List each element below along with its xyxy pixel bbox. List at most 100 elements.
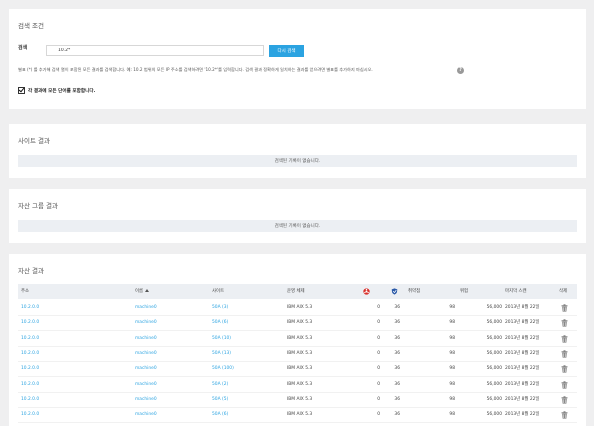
table-row: 10.2.0.0 machine0 50A (2) IBM AIX 5.3 0 36 98 5…: [18, 377, 577, 393]
asset-address-link[interactable]: 10.2.0.0: [21, 315, 39, 330]
asset-risk-score: 56,000: [486, 396, 502, 402]
asset-group-results-empty: 검색된 기록이 없습니다.: [18, 220, 577, 232]
asset-exploit-count: 36: [394, 396, 400, 402]
asset-site-link[interactable]: 50A (13): [212, 346, 231, 361]
asset-site-link[interactable]: 50A (6): [212, 407, 228, 422]
table-row: 10.2.0.0 machine0 50A (5) IBM AIX 5.3 0 36 98 5…: [18, 392, 577, 408]
table-row: 10.2.0.0 machine0 50A (100) IBM AIX 5.3 0 36 9…: [18, 361, 577, 378]
asset-address-link[interactable]: 10.2.0.0: [21, 377, 39, 392]
asset-malware-count: 0: [377, 396, 380, 402]
asset-risk-score: 56,000: [486, 366, 502, 372]
asset-risk-score: 56,000: [486, 305, 502, 310]
asset-last-scan: 2013년 8월 22일: [505, 381, 540, 387]
asset-name-link[interactable]: machine0: [135, 300, 157, 315]
trash-icon[interactable]: [561, 396, 568, 404]
asset-os: IBM AIX 5.3: [287, 335, 313, 341]
col-name[interactable]: 이름: [135, 284, 150, 299]
match-all-words-option[interactable]: 각 결과에 모든 단어를 포함합니다.: [18, 87, 95, 94]
asset-os: IBM AIX 5.3: [287, 305, 313, 310]
asset-site-link[interactable]: 50A (6): [212, 315, 228, 330]
table-row: 10.2.0.0 machine0 50A (10) IBM AIX 5.3 0 36 98…: [18, 331, 577, 347]
help-icon[interactable]: ?: [457, 67, 464, 74]
col-name-label: 이름: [135, 289, 144, 294]
asset-malware-count: 0: [377, 320, 380, 326]
col-risk[interactable]: 위험: [460, 284, 468, 299]
asset-address-link[interactable]: 10.2.0.0: [21, 407, 39, 422]
asset-address-link[interactable]: 10.2.0.0: [21, 361, 39, 376]
asset-results-panel: 자산 결과 주소 이름 사이트 운영 체제 취약점 위험 마지막 스캔 삭제 1…: [9, 254, 586, 426]
col-site[interactable]: 사이트: [212, 284, 224, 299]
search-hint: 별표 (*) 를 추가해 검색 열이 포함된 모든 결과를 검색합니다. 예: …: [18, 67, 373, 72]
trash-icon[interactable]: [561, 380, 568, 389]
asset-risk-score: 56,000: [486, 320, 502, 326]
asset-name-link[interactable]: machine0: [135, 361, 157, 376]
search-criteria-panel: 검색 조건 검색 다시 검색 별표 (*) 를 추가해 검색 열이 포함된 모든…: [9, 9, 586, 109]
match-all-words-checkbox[interactable]: [18, 87, 25, 94]
asset-os: IBM AIX 5.3: [287, 350, 313, 356]
table-row: 10.2.0.0 machine0 50A (13) IBM AIX 5.3 0 36 98…: [18, 346, 577, 362]
asset-exploit-count: 36: [394, 381, 400, 387]
asset-address-link[interactable]: 10.2.0.0: [21, 392, 39, 407]
asset-site-link[interactable]: 50A (2): [212, 377, 228, 392]
asset-site-link[interactable]: 50A (100): [212, 361, 234, 376]
search-label: 검색: [18, 45, 28, 51]
asset-address-link[interactable]: 10.2.0.0: [21, 346, 39, 361]
asset-vuln-count: 98: [449, 335, 455, 341]
asset-address-link[interactable]: 10.2.0.0: [21, 300, 39, 315]
asset-vuln-count: 98: [449, 366, 455, 372]
sort-ascending-icon: [145, 289, 150, 292]
asset-last-scan: 2013년 8월 22일: [505, 366, 540, 372]
trash-icon[interactable]: [561, 304, 568, 312]
asset-risk-score: 56,000: [486, 350, 502, 356]
asset-risk-score: 56,000: [486, 412, 502, 418]
asset-vuln-count: 98: [449, 320, 455, 326]
shield-icon[interactable]: [391, 288, 398, 295]
asset-site-link[interactable]: 50A (3): [212, 300, 228, 315]
asset-name-link[interactable]: machine0: [135, 346, 157, 361]
asset-exploit-count: 36: [394, 335, 400, 341]
table-row: 10.2.0.0 machine0 50A (6) IBM AIX 5.3 0 36 98 5…: [18, 315, 577, 332]
asset-vuln-count: 98: [449, 305, 455, 310]
asset-address-link[interactable]: 10.2.0.0: [21, 331, 39, 346]
biohazard-icon[interactable]: [363, 288, 370, 295]
col-address[interactable]: 주소: [21, 284, 29, 299]
asset-last-scan: 2013년 8월 22일: [505, 335, 540, 341]
asset-last-scan: 2013년 8월 22일: [505, 350, 540, 356]
asset-results-title: 자산 결과: [18, 267, 44, 275]
asset-name-link[interactable]: machine0: [135, 315, 157, 330]
asset-malware-count: 0: [377, 305, 380, 310]
asset-malware-count: 0: [377, 381, 380, 387]
trash-icon[interactable]: [561, 334, 568, 343]
asset-last-scan: 2013년 8월 22일: [505, 320, 540, 326]
asset-exploit-count: 36: [394, 350, 400, 356]
re-search-button[interactable]: 다시 검색: [269, 45, 304, 57]
asset-vuln-count: 98: [449, 381, 455, 387]
asset-exploit-count: 36: [394, 412, 400, 418]
asset-malware-count: 0: [377, 335, 380, 341]
asset-exploit-count: 36: [394, 305, 400, 310]
asset-site-link[interactable]: 50A (10): [212, 331, 231, 346]
col-os[interactable]: 운영 체제: [287, 284, 305, 299]
asset-name-link[interactable]: machine0: [135, 377, 157, 392]
asset-os: IBM AIX 5.3: [287, 412, 313, 418]
match-all-words-label: 각 결과에 모든 단어를 포함합니다.: [28, 88, 96, 94]
asset-vuln-count: 98: [449, 396, 455, 402]
asset-name-link[interactable]: machine0: [135, 331, 157, 346]
asset-site-link[interactable]: 50A (5): [212, 392, 228, 407]
trash-icon[interactable]: [561, 365, 568, 373]
asset-risk-score: 56,000: [486, 335, 502, 341]
trash-icon[interactable]: [561, 319, 568, 327]
search-input[interactable]: [46, 45, 264, 56]
trash-icon[interactable]: [561, 350, 568, 358]
asset-name-link[interactable]: machine0: [135, 407, 157, 422]
asset-last-scan: 2013년 8월 22일: [505, 305, 540, 310]
asset-group-results-panel: 자산 그룹 결과 검색된 기록이 없습니다.: [9, 189, 586, 243]
site-results-title: 사이트 결과: [18, 137, 50, 145]
trash-icon[interactable]: [561, 411, 568, 419]
asset-vuln-count: 98: [449, 412, 455, 418]
col-vulnerabilities[interactable]: 취약점: [408, 284, 420, 299]
asset-exploit-count: 36: [394, 366, 400, 372]
asset-last-scan: 2013년 8월 22일: [505, 396, 540, 402]
col-last-scan[interactable]: 마지막 스캔: [505, 284, 527, 299]
asset-name-link[interactable]: machine0: [135, 392, 157, 407]
